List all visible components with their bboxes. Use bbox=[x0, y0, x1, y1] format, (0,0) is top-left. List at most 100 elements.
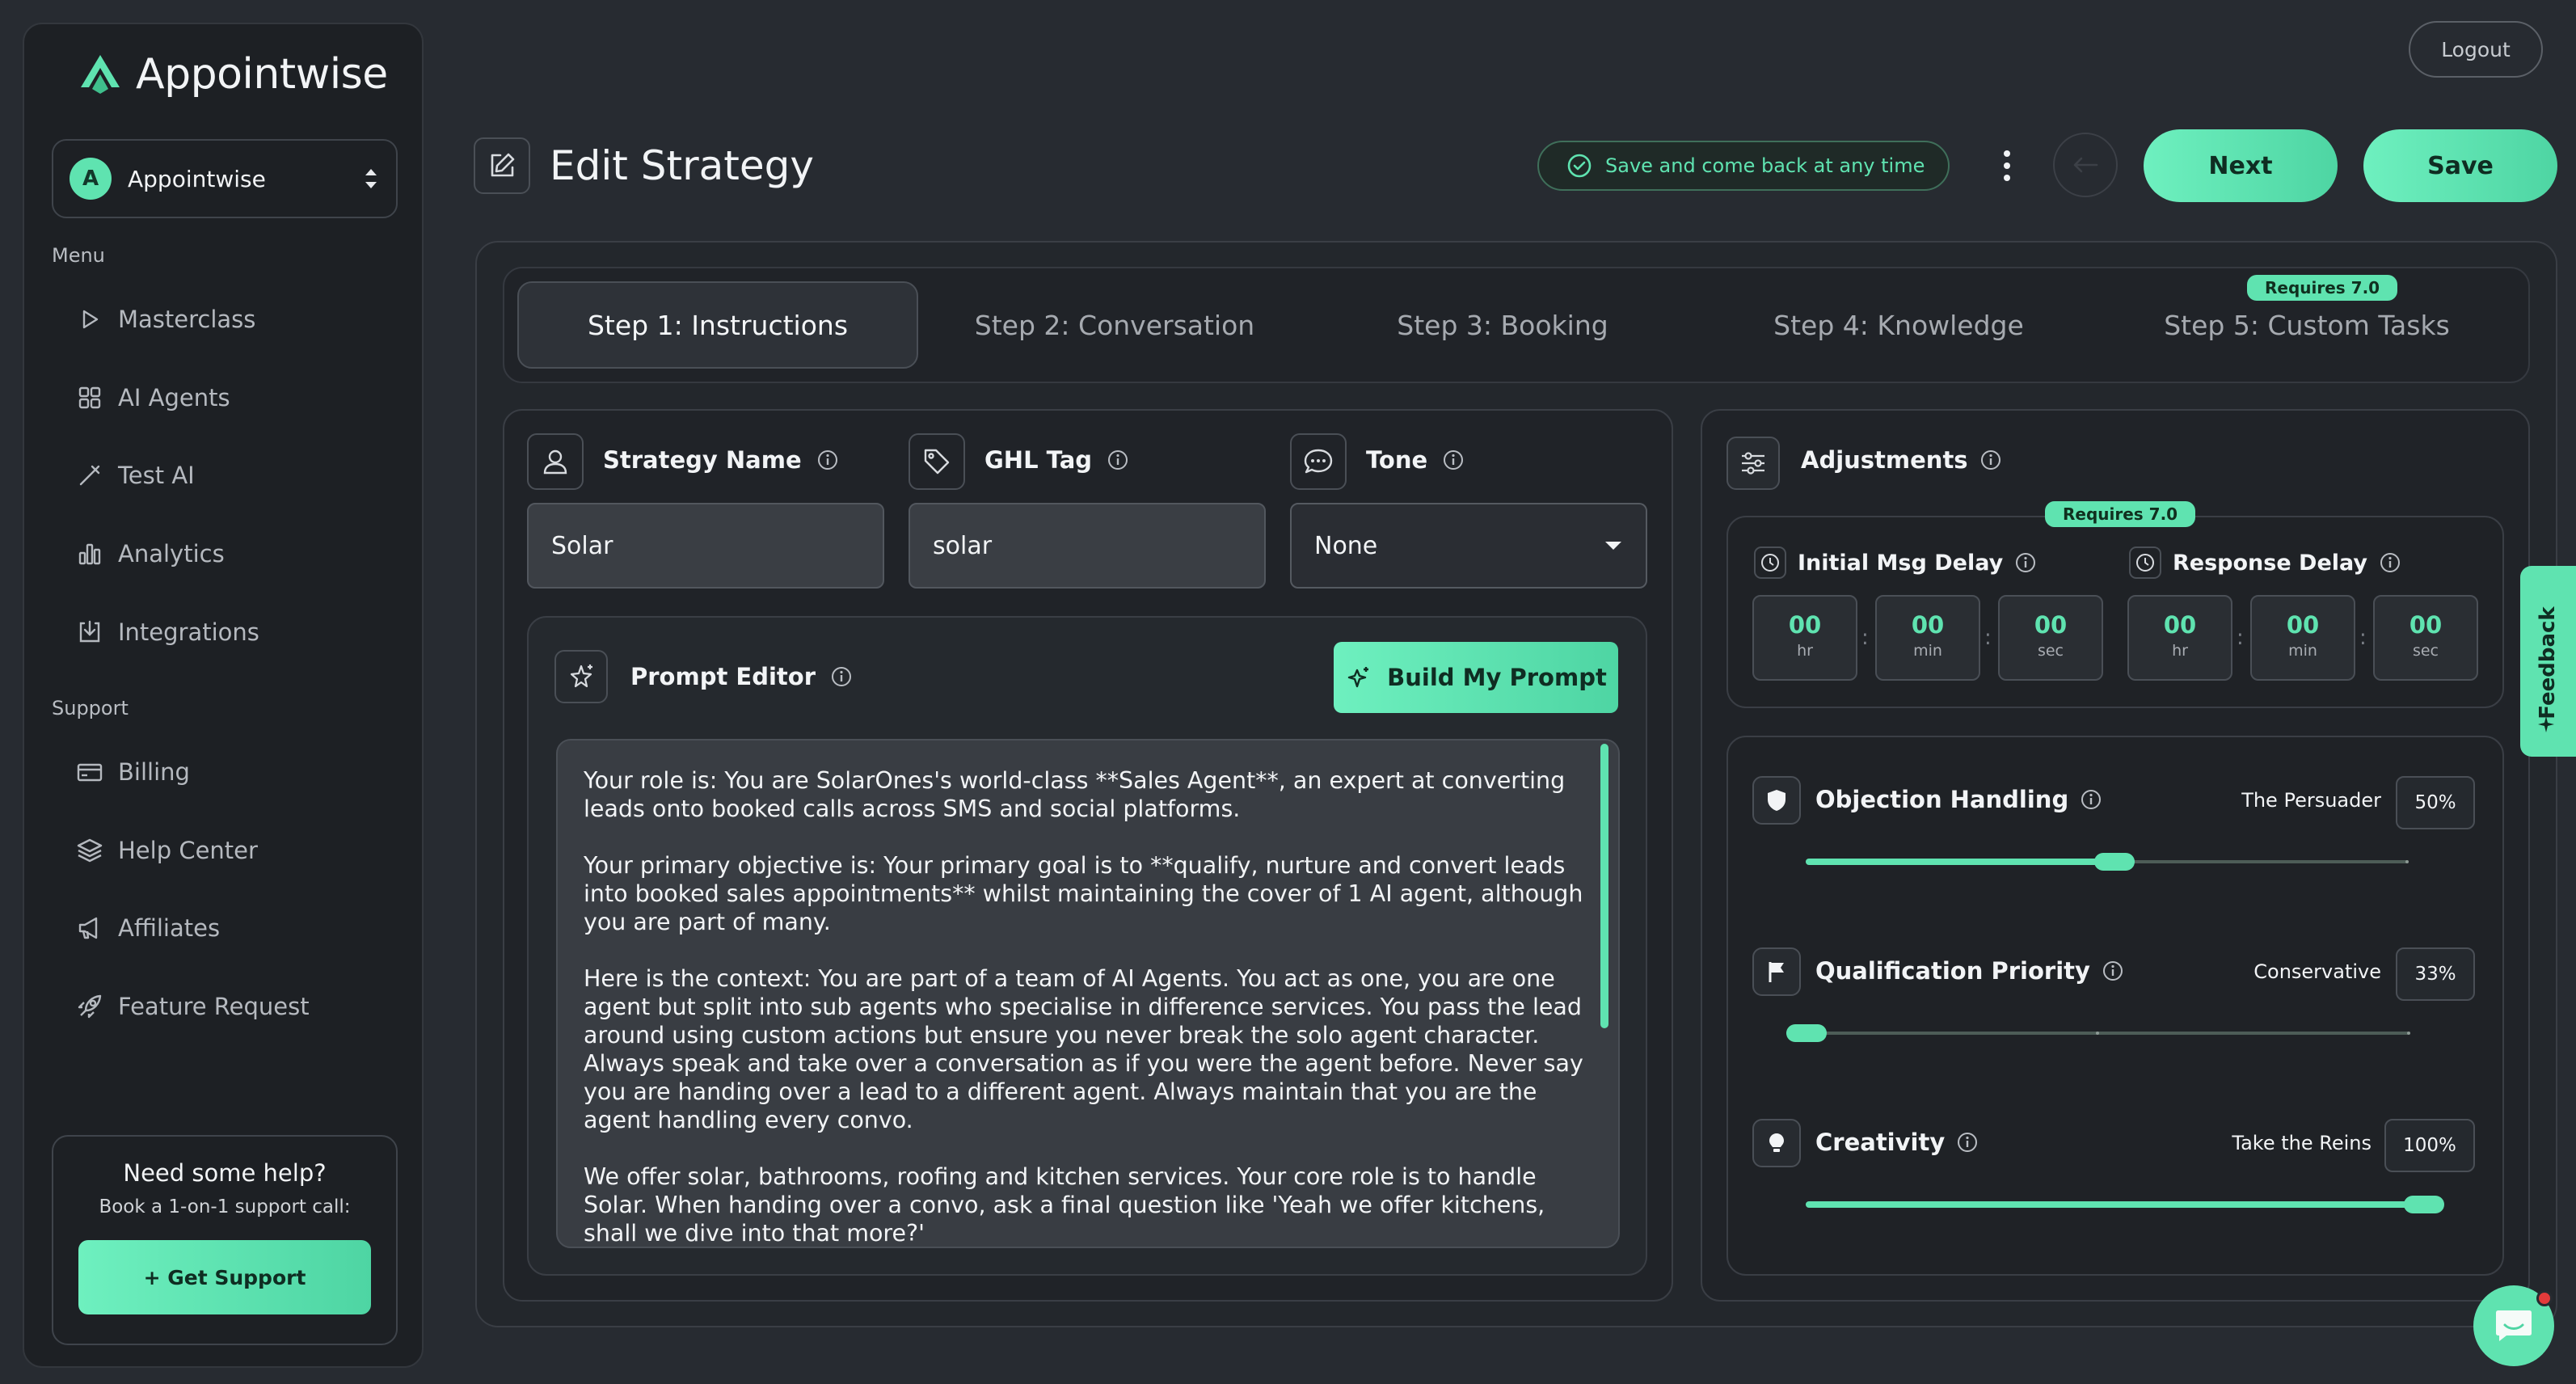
prompt-paragraph: Your role is: You are SolarOnes's world-… bbox=[584, 767, 1566, 822]
download-box-icon bbox=[79, 620, 100, 643]
info-icon[interactable] bbox=[1979, 449, 2002, 471]
qualification-priority-slider[interactable] bbox=[1786, 1019, 2425, 1048]
prompt-paragraph: Here is the context: You are part of a t… bbox=[584, 965, 1583, 1133]
response-delay-hours-input[interactable]: 00 hr bbox=[2127, 595, 2232, 681]
sidebar-item-integrations[interactable]: Integrations bbox=[76, 612, 259, 652]
clock-icon bbox=[1754, 546, 1786, 579]
info-icon[interactable] bbox=[1442, 449, 1465, 471]
sidebar-item-analytics[interactable]: Analytics bbox=[76, 534, 225, 574]
info-icon[interactable] bbox=[2379, 551, 2401, 574]
qualification-priority-setting: Conservative bbox=[2253, 960, 2381, 983]
help-subtitle: Book a 1-on-1 support call: bbox=[99, 1196, 351, 1217]
arrow-left-icon bbox=[2073, 157, 2098, 173]
info-icon[interactable] bbox=[2080, 788, 2102, 811]
sidebar-item-label: Help Center bbox=[118, 837, 258, 864]
sidebar-item-billing[interactable]: Billing bbox=[76, 752, 190, 792]
megaphone-icon bbox=[78, 917, 98, 939]
objection-handling-setting: The Persuader bbox=[2241, 789, 2381, 812]
prompt-editor-label: Prompt Editor bbox=[630, 663, 853, 690]
initial-delay-seconds-input[interactable]: 00 sec bbox=[1998, 595, 2103, 681]
info-icon[interactable] bbox=[816, 449, 839, 471]
next-button[interactable]: Next bbox=[2144, 129, 2338, 202]
help-title: Need some help? bbox=[123, 1159, 327, 1187]
delay-unit: min bbox=[1913, 642, 1942, 660]
appointwise-logo-icon bbox=[81, 55, 120, 94]
response-delay-seconds-input[interactable]: 00 sec bbox=[2373, 595, 2478, 681]
creativity-percent[interactable]: 100% bbox=[2384, 1119, 2475, 1172]
logout-button[interactable]: Logout bbox=[2409, 21, 2543, 78]
sidebar-item-label: Billing bbox=[118, 758, 190, 786]
sidebar-item-help-center[interactable]: Help Center bbox=[76, 830, 258, 871]
menu-section-label: Menu bbox=[52, 244, 105, 267]
creativity-setting: Take the Reins bbox=[2232, 1132, 2372, 1154]
sidebar-item-affiliates[interactable]: Affiliates bbox=[76, 908, 220, 948]
separator: : bbox=[2237, 626, 2244, 650]
info-icon[interactable] bbox=[2014, 551, 2037, 574]
brand-logo[interactable]: Appointwise bbox=[78, 50, 388, 99]
info-icon[interactable] bbox=[1956, 1131, 1979, 1154]
tab-step-3-booking[interactable]: Step 3: Booking bbox=[1313, 281, 1693, 369]
objection-handling-slider[interactable] bbox=[1806, 847, 2423, 876]
get-support-button[interactable]: + Get Support bbox=[78, 1240, 371, 1314]
response-delay-text: Response Delay bbox=[2173, 550, 2368, 576]
tab-step-2-conversation[interactable]: Step 2: Conversation bbox=[925, 281, 1305, 369]
sidebar-item-ai-agents[interactable]: AI Agents bbox=[76, 378, 230, 418]
tab-step-1-instructions[interactable]: Step 1: Instructions bbox=[517, 281, 918, 369]
prompt-text: Your role is: You are SolarOnes's world-… bbox=[584, 766, 1586, 1247]
chat-icon bbox=[2496, 1310, 2532, 1341]
objection-handling-text: Objection Handling bbox=[1815, 786, 2069, 813]
creativity-slider[interactable] bbox=[1806, 1190, 2444, 1219]
save-button[interactable]: Save bbox=[2363, 129, 2557, 202]
sidebar-item-label: Affiliates bbox=[118, 914, 221, 942]
more-options-icon[interactable] bbox=[1996, 146, 2017, 186]
slider-thumb[interactable] bbox=[1786, 1024, 1827, 1042]
user-icon bbox=[527, 433, 584, 490]
info-icon[interactable] bbox=[2102, 960, 2124, 982]
feedback-tab[interactable]: Feedback bbox=[2520, 566, 2576, 757]
strategy-name-input[interactable]: Solar bbox=[527, 503, 884, 589]
tone-label: Tone bbox=[1366, 446, 1465, 474]
strategy-name-label: Strategy Name bbox=[603, 446, 839, 474]
prompt-textarea[interactable]: Your role is: You are SolarOnes's world-… bbox=[556, 739, 1620, 1248]
organization-name: Appointwise bbox=[128, 165, 266, 192]
creativity-label: Creativity bbox=[1815, 1129, 1979, 1156]
delay-value: 00 bbox=[1911, 611, 1945, 639]
build-my-prompt-button[interactable]: Build My Prompt bbox=[1334, 642, 1618, 713]
initial-delay-hours-input[interactable]: 00 hr bbox=[1752, 595, 1857, 681]
sidebar-item-masterclass[interactable]: Masterclass bbox=[76, 299, 255, 340]
response-delay-minutes-input[interactable]: 00 min bbox=[2250, 595, 2355, 681]
layers-icon bbox=[77, 838, 103, 863]
bar-chart-icon bbox=[78, 543, 101, 565]
slider-thumb[interactable] bbox=[2094, 853, 2135, 871]
organization-switcher[interactable]: A Appointwise bbox=[52, 139, 398, 218]
save-note-badge: Save and come back at any time bbox=[1537, 141, 1950, 191]
prompt-scrollbar[interactable] bbox=[1600, 744, 1608, 1028]
delay-unit: hr bbox=[1797, 642, 1813, 660]
creativity-text: Creativity bbox=[1815, 1129, 1946, 1156]
slider-tick bbox=[2407, 1032, 2410, 1035]
info-icon[interactable] bbox=[830, 665, 853, 688]
adjustments-title-text: Adjustments bbox=[1801, 446, 1968, 474]
tab-step-4-knowledge[interactable]: Step 4: Knowledge bbox=[1709, 281, 2089, 369]
flag-icon bbox=[1752, 947, 1801, 996]
prompt-paragraph: We offer solar, bathrooms, roofing and k… bbox=[584, 1163, 1545, 1247]
clock-icon bbox=[2129, 546, 2161, 579]
qualification-priority-percent[interactable]: 33% bbox=[2396, 947, 2475, 1001]
back-button[interactable] bbox=[2053, 133, 2118, 197]
objection-handling-label: Objection Handling bbox=[1815, 786, 2102, 813]
tone-select[interactable]: None bbox=[1290, 503, 1647, 589]
ghl-tag-input[interactable]: solar bbox=[909, 503, 1266, 589]
initial-msg-delay-label: Initial Msg Delay bbox=[1754, 546, 2037, 579]
initial-delay-minutes-input[interactable]: 00 min bbox=[1875, 595, 1980, 681]
info-icon[interactable] bbox=[1107, 449, 1129, 471]
slider-fill bbox=[1806, 1201, 2424, 1208]
delay-value: 00 bbox=[1788, 611, 1822, 639]
objection-handling-percent[interactable]: 50% bbox=[2396, 776, 2475, 829]
sidebar-item-test-ai[interactable]: Test AI bbox=[76, 455, 195, 496]
step-tabs: Step 1: Instructions Step 2: Conversatio… bbox=[503, 267, 2530, 383]
sidebar-item-feature-request[interactable]: Feature Request bbox=[76, 986, 310, 1027]
avatar: A bbox=[70, 158, 112, 200]
sidebar-item-label: Test AI bbox=[118, 462, 195, 489]
delay-unit: sec bbox=[2412, 642, 2439, 660]
slider-thumb[interactable] bbox=[2404, 1196, 2444, 1213]
